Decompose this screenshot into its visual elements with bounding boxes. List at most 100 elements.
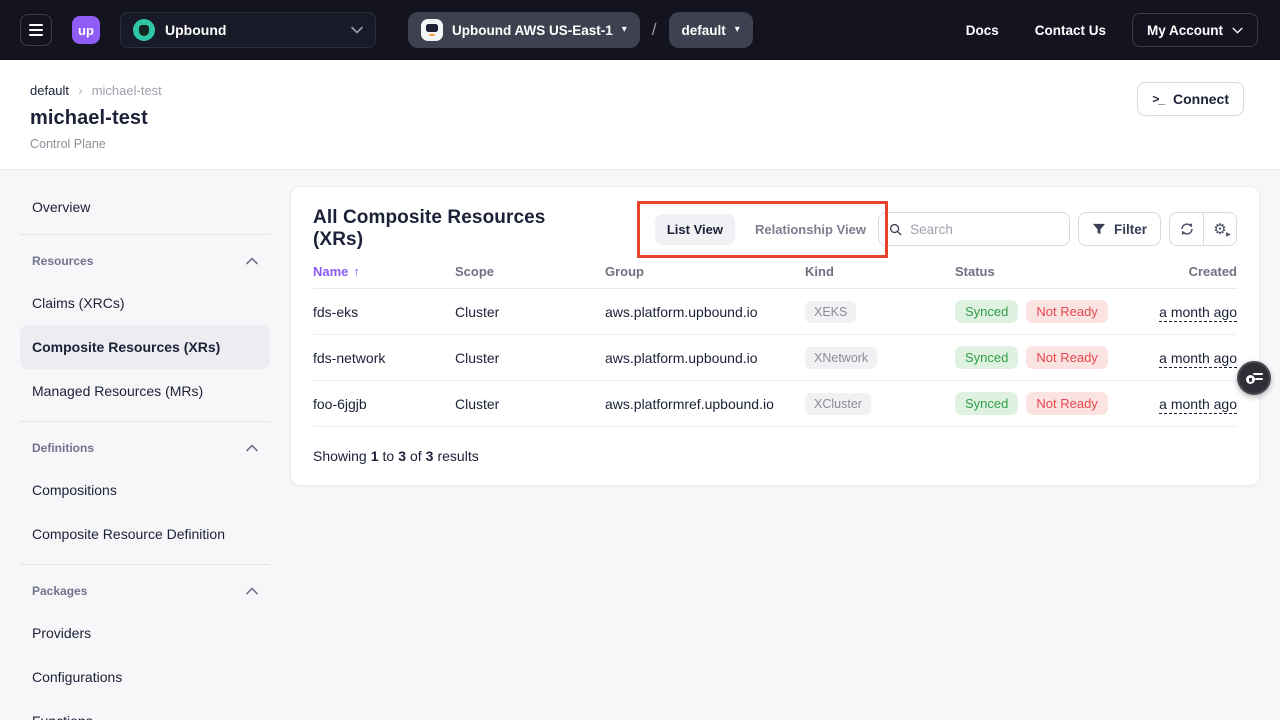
table-row[interactable]: fds-eks Cluster aws.platform.upbound.io … [313, 289, 1237, 335]
filter-label: Filter [1114, 222, 1147, 237]
sidebar-item-functions[interactable]: Functions [20, 699, 270, 720]
search-input[interactable] [910, 222, 1059, 237]
sidebar-divider [20, 564, 270, 565]
sidebar-item-managed-resources-mrs[interactable]: Managed Resources (MRs) [20, 369, 270, 413]
sidebar-divider [20, 234, 270, 235]
sidebar-item-claims-xrcs[interactable]: Claims (XRCs) [20, 281, 270, 325]
filter-button[interactable]: Filter [1078, 212, 1161, 246]
table-header: Name ↑ Scope Group Kind Status Created [313, 255, 1237, 289]
organization-dropdown[interactable]: Upbound [120, 12, 376, 48]
sidebar-item-providers[interactable]: Providers [20, 611, 270, 655]
breadcrumb-default[interactable]: default [30, 83, 69, 98]
cell-status: Synced Not Ready [955, 300, 1145, 323]
my-account-label: My Account [1147, 23, 1223, 38]
refresh-button[interactable] [1170, 213, 1203, 245]
status-badge-synced: Synced [955, 392, 1018, 415]
control-plane-dropdown[interactable]: Upbound AWS US-East-1 ▾ [408, 12, 640, 48]
kind-badge: XNetwork [805, 347, 877, 369]
sidebar-item-composite-resource-definition[interactable]: Composite Resource Definition [20, 512, 270, 556]
cell-created: a month ago [1145, 304, 1237, 320]
connect-label: Connect [1173, 91, 1229, 107]
panel-title: All Composite Resources (XRs) [313, 207, 585, 251]
cell-group: aws.platformref.upbound.io [605, 396, 805, 412]
feedback-widget-button[interactable] [1237, 361, 1271, 395]
contact-us-link[interactable]: Contact Us [1035, 23, 1106, 38]
summary-from: 1 [371, 448, 379, 464]
auto-refresh-settings-button[interactable]: ⚙ [1203, 213, 1236, 245]
sidebar-section-packages[interactable]: Packages [20, 571, 270, 611]
sidebar-section-label: Packages [32, 584, 87, 598]
menu-icon[interactable] [20, 14, 52, 46]
column-header-created[interactable]: Created [1145, 264, 1237, 279]
organization-avatar-icon [133, 19, 155, 41]
tab-list-view[interactable]: List View [655, 214, 735, 245]
my-account-dropdown[interactable]: My Account [1132, 13, 1258, 47]
funnel-icon [1092, 223, 1106, 236]
composite-resources-panel: All Composite Resources (XRs) List View … [290, 186, 1260, 486]
summary-total: 3 [426, 448, 434, 464]
created-tooltip-text[interactable]: a month ago [1159, 396, 1237, 412]
chevron-down-icon [351, 26, 363, 34]
status-badge-not-ready: Not Ready [1026, 392, 1107, 415]
cell-status: Synced Not Ready [955, 346, 1145, 369]
triangle-down-icon: ▾ [622, 25, 627, 35]
cell-created: a month ago [1145, 396, 1237, 412]
sidebar-item-overview[interactable]: Overview [20, 188, 270, 226]
upbound-logo[interactable]: up [72, 16, 100, 44]
content-area: Overview Resources Claims (XRCs) Composi… [0, 170, 1280, 720]
cell-name[interactable]: fds-network [313, 350, 455, 366]
cell-name[interactable]: foo-6jgjb [313, 396, 455, 412]
top-navigation-bar: up Upbound Upbound AWS US-East-1 ▾ / def… [0, 0, 1280, 60]
cell-group: aws.platform.upbound.io [605, 304, 805, 320]
breadcrumb-separator-icon: › [78, 82, 83, 98]
column-header-name[interactable]: Name ↑ [313, 264, 455, 279]
search-icon [889, 222, 902, 237]
control-plane-icon [421, 19, 443, 41]
view-toggle: List View Relationship View [655, 214, 878, 245]
refresh-icon [1179, 221, 1195, 237]
sidebar: Overview Resources Claims (XRCs) Composi… [20, 186, 270, 720]
chevron-up-icon [246, 257, 258, 265]
column-label: Name [313, 264, 348, 279]
status-badge-synced: Synced [955, 346, 1018, 369]
status-badge-synced: Synced [955, 300, 1018, 323]
cell-status: Synced Not Ready [955, 392, 1145, 415]
breadcrumb: default › michael-test [30, 82, 1244, 98]
docs-link[interactable]: Docs [966, 23, 999, 38]
chevron-down-icon [1232, 27, 1243, 34]
column-header-group[interactable]: Group [605, 264, 805, 279]
table-row[interactable]: fds-network Cluster aws.platform.upbound… [313, 335, 1237, 381]
chevron-up-icon [246, 444, 258, 452]
created-tooltip-text[interactable]: a month ago [1159, 304, 1237, 320]
sidebar-section-resources[interactable]: Resources [20, 241, 270, 281]
sidebar-item-configurations[interactable]: Configurations [20, 655, 270, 699]
sidebar-item-composite-resources-xrs[interactable]: Composite Resources (XRs) [20, 325, 270, 369]
page-header: default › michael-test michael-test Cont… [0, 60, 1280, 170]
organization-name: Upbound [165, 22, 341, 38]
cell-scope: Cluster [455, 304, 605, 320]
cell-kind: XEKS [805, 301, 955, 323]
connect-button[interactable]: >_ Connect [1137, 82, 1244, 116]
cell-kind: XCluster [805, 393, 955, 415]
sidebar-section-label: Resources [32, 254, 93, 268]
column-header-status[interactable]: Status [955, 264, 1145, 279]
sidebar-section-definitions[interactable]: Definitions [20, 428, 270, 468]
group-dropdown[interactable]: default ▾ [669, 12, 753, 48]
topbar-right: Docs Contact Us My Account [966, 13, 1258, 47]
table-row[interactable]: foo-6jgjb Cluster aws.platformref.upboun… [313, 381, 1237, 427]
kind-badge: XEKS [805, 301, 856, 323]
sidebar-section-label: Definitions [32, 441, 94, 455]
tab-relationship-view[interactable]: Relationship View [743, 214, 878, 245]
search-box [878, 212, 1070, 246]
summary-text: to [383, 448, 395, 464]
created-tooltip-text[interactable]: a month ago [1159, 350, 1237, 366]
panel-toolbar: Filter ⚙ [878, 212, 1237, 246]
sidebar-item-compositions[interactable]: Compositions [20, 468, 270, 512]
summary-text: Showing [313, 448, 367, 464]
cell-name[interactable]: fds-eks [313, 304, 455, 320]
terminal-icon: >_ [1152, 92, 1164, 106]
page-subtitle: Control Plane [30, 137, 1244, 151]
refresh-controls: ⚙ [1169, 212, 1237, 246]
column-header-kind[interactable]: Kind [805, 264, 955, 279]
column-header-scope[interactable]: Scope [455, 264, 605, 279]
